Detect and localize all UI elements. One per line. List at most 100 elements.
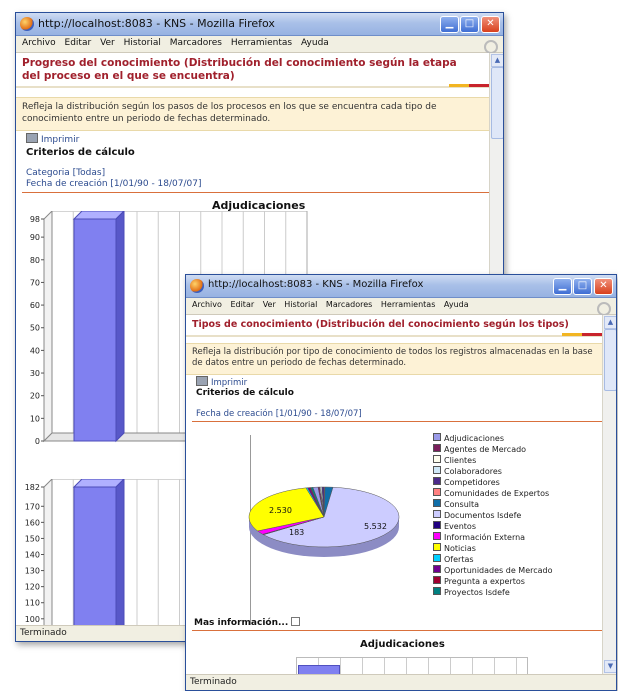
legend-swatch	[433, 532, 441, 540]
scroll-down-arrow[interactable]: ▼	[604, 660, 616, 673]
scroll-up-arrow[interactable]: ▲	[604, 316, 616, 329]
pie-legend: Adjudicaciones Agentes de Mercado Clientes…	[433, 433, 553, 598]
divider	[192, 421, 602, 422]
print-link[interactable]: Imprimir	[26, 133, 79, 145]
legend-item: Comunidades de Expertos	[433, 488, 553, 499]
menu-historial[interactable]: Historial	[124, 38, 161, 48]
page-content: Tipos de conocimiento (Distribución del …	[186, 315, 602, 674]
heading-stripe	[16, 86, 489, 88]
legend-swatch	[433, 587, 441, 595]
legend-label: Consulta	[444, 500, 480, 509]
legend-label: Proyectos Isdefe	[444, 588, 510, 597]
menu-editar[interactable]: Editar	[230, 300, 254, 309]
close-button[interactable]: ✕	[481, 16, 500, 33]
chart2-bar	[298, 665, 340, 674]
firefox-icon	[20, 17, 34, 31]
date-filter[interactable]: Fecha de creación [1/01/90 - 18/07/07]	[26, 179, 202, 189]
scroll-thumb[interactable]	[491, 67, 503, 139]
heading-stripe	[186, 335, 602, 337]
menu-ver[interactable]: Ver	[263, 300, 276, 309]
legend-swatch	[433, 521, 441, 529]
browser-window-tipos: http://localhost:8083 - KNS - Mozilla Fi…	[185, 274, 617, 691]
legend-swatch	[433, 477, 441, 485]
close-button[interactable]: ✕	[594, 278, 613, 295]
menu-archivo[interactable]: Archivo	[22, 38, 56, 48]
legend-item: Consulta	[433, 499, 553, 510]
menu-historial[interactable]: Historial	[284, 300, 317, 309]
legend-swatch	[433, 488, 441, 496]
maximize-button[interactable]: □	[460, 16, 479, 33]
y-tick-label: 40	[30, 346, 40, 355]
side-wall	[43, 211, 53, 443]
print-label: Imprimir	[41, 135, 80, 145]
menu-ayuda[interactable]: Ayuda	[444, 300, 469, 309]
menu-archivo[interactable]: Archivo	[192, 300, 222, 309]
maximize-button[interactable]: □	[573, 278, 592, 295]
legend-swatch	[433, 565, 441, 573]
menu-ver[interactable]: Ver	[100, 38, 115, 48]
legend-item: Agentes de Mercado	[433, 444, 553, 455]
legend-item: Documentos Isdefe	[433, 510, 553, 521]
date-filter[interactable]: Fecha de creación [1/01/90 - 18/07/07]	[196, 409, 362, 419]
criteria-title: Criterios de cálculo	[26, 147, 135, 158]
window-titlebar[interactable]: http://localhost:8083 - KNS - Mozilla Fi…	[186, 275, 616, 298]
legend-label: Adjudicaciones	[444, 434, 504, 443]
criteria-title: Criterios de cálculo	[196, 388, 294, 398]
heading-accent	[562, 333, 602, 336]
more-info-toggle[interactable]: Mas información...	[194, 617, 301, 628]
legend-item: Pregunta a expertos	[433, 576, 553, 587]
side-wall	[43, 479, 53, 625]
menu-herramientas[interactable]: Herramientas	[381, 300, 436, 309]
y-tick-label: 10	[30, 414, 40, 423]
menu-editar[interactable]: Editar	[65, 38, 92, 48]
y-tick-label: 50	[30, 324, 40, 333]
y-tick-label: 170	[25, 502, 40, 511]
y-tick-label: 30	[30, 369, 40, 378]
legend-swatch	[433, 576, 441, 584]
menu-marcadores[interactable]: Marcadores	[170, 38, 222, 48]
legend-label: Eventos	[444, 522, 476, 531]
y-tick-label: 98	[30, 215, 40, 224]
legend-item: Competidores	[433, 477, 553, 488]
window-titlebar[interactable]: http://localhost:8083 - KNS - Mozilla Fi…	[16, 13, 503, 36]
page-heading: Progreso del conocimiento (Distribución …	[22, 57, 457, 82]
divider	[22, 192, 489, 193]
menu-ayuda[interactable]: Ayuda	[301, 38, 329, 48]
legend-item: Clientes	[433, 455, 553, 466]
bar-side	[115, 479, 125, 625]
status-text: Terminado	[20, 628, 67, 638]
pie-data-label: 183	[289, 528, 304, 537]
legend-label: Pregunta a expertos	[444, 577, 525, 586]
minimize-button[interactable]: ▁	[440, 16, 459, 33]
menu-marcadores[interactable]: Marcadores	[326, 300, 372, 309]
print-link[interactable]: Imprimir	[196, 376, 247, 388]
legend-swatch	[433, 466, 441, 474]
legend-label: Competidores	[444, 478, 500, 487]
more-info-checkbox[interactable]	[291, 617, 301, 626]
legend-swatch	[433, 510, 441, 518]
throbber-icon	[484, 40, 498, 54]
y-tick-label: 60	[30, 301, 40, 310]
y-tick-label: 140	[25, 551, 40, 560]
window-title: http://localhost:8083 - KNS - Mozilla Fi…	[208, 279, 424, 290]
heading-accent	[449, 84, 489, 87]
legend-item: Oportunidades de Mercado	[433, 565, 553, 576]
y-tick-label: 80	[30, 256, 40, 265]
category-filter[interactable]: Categoria [Todas]	[26, 168, 105, 178]
legend-swatch	[433, 499, 441, 507]
y-tick-label: 110	[25, 599, 40, 608]
legend-label: Oportunidades de Mercado	[444, 566, 553, 575]
scroll-thumb[interactable]	[604, 329, 616, 391]
minimize-button[interactable]: ▁	[553, 278, 572, 295]
scroll-up-arrow[interactable]: ▲	[491, 54, 503, 67]
bar	[73, 486, 117, 625]
legend-swatch	[433, 543, 441, 551]
y-tick-label: 70	[30, 278, 40, 287]
menu-bar: Archivo Editar Ver Historial Marcadores …	[186, 298, 616, 316]
y-tick-label: 182	[25, 483, 40, 492]
print-label: Imprimir	[211, 378, 248, 388]
legend-item: Información Externa	[433, 532, 553, 543]
vertical-scrollbar[interactable]: ▲ ▼	[602, 315, 616, 674]
firefox-icon	[190, 279, 204, 293]
menu-herramientas[interactable]: Herramientas	[231, 38, 292, 48]
